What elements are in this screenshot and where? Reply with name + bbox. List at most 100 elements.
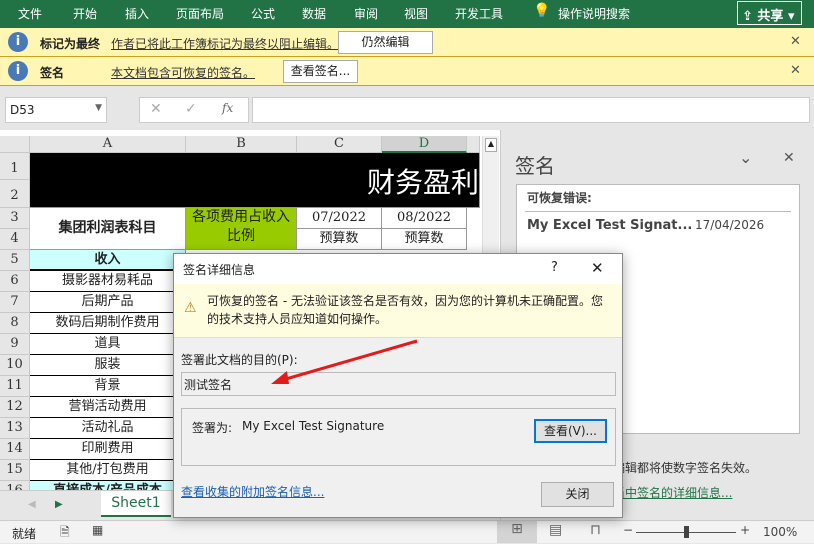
- row-header[interactable]: 10: [0, 355, 30, 376]
- pane-note: 编辑都将使数字签名失效。: [613, 461, 758, 475]
- red-arrow-annotation: [271, 339, 418, 384]
- zoom-out-button[interactable]: −: [623, 523, 633, 537]
- sheet-tab-sheet1[interactable]: Sheet1: [101, 491, 171, 517]
- tab-data[interactable]: 数据: [302, 5, 326, 22]
- chevron-down-icon[interactable]: ⌄: [739, 148, 752, 167]
- info-icon: i: [8, 61, 28, 81]
- tab-page-layout[interactable]: 页面布局: [176, 5, 224, 22]
- cell-d3[interactable]: 08/2022: [382, 208, 467, 229]
- bar-title: 签名: [40, 66, 65, 80]
- cell-a3[interactable]: 集团利润表科目: [30, 208, 186, 250]
- zoom-in-button[interactable]: +: [740, 523, 750, 537]
- row-header[interactable]: 6: [0, 271, 30, 292]
- signature-message-link[interactable]: 本文档包含可恢复的签名。: [111, 64, 255, 81]
- zoom-level[interactable]: 100%: [763, 525, 797, 539]
- final-info-bar: i 标记为最终 作者已将此工作簿标记为最终以阻止编辑。 仍然编辑 ✕: [0, 28, 814, 57]
- page-layout-view-icon[interactable]: ▤: [549, 522, 562, 538]
- normal-view-icon[interactable]: ⊞: [497, 521, 537, 543]
- tab-insert[interactable]: 插入: [125, 5, 149, 22]
- row-header[interactable]: 2: [0, 180, 30, 208]
- cell-c3[interactable]: 07/2022: [297, 208, 382, 229]
- signature-details-link[interactable]: 当中签名的详细信息...: [613, 484, 732, 501]
- expense-item-cell[interactable]: 数码后期制作费用: [30, 313, 186, 334]
- row-header[interactable]: 13: [0, 418, 30, 439]
- column-header[interactable]: C: [297, 136, 382, 153]
- zoom-slider-thumb[interactable]: [684, 526, 689, 538]
- row-header[interactable]: 14: [0, 439, 30, 460]
- edit-anyway-button[interactable]: 仍然编辑: [338, 31, 433, 54]
- signature-warning-icon: ⚠: [184, 300, 197, 316]
- scroll-right-icon[interactable]: ▶: [55, 499, 63, 510]
- name-box-value: D53: [10, 103, 35, 117]
- expense-item-cell[interactable]: 活动礼品: [30, 418, 186, 439]
- row-header[interactable]: 4: [0, 229, 30, 250]
- formula-bar: D53 ▼ ✕ ✓ fx: [0, 87, 814, 130]
- cancel-icon[interactable]: ✕: [150, 101, 162, 117]
- close-dialog-icon[interactable]: ✕: [591, 259, 604, 277]
- report-title[interactable]: 财务盈利: [30, 153, 480, 208]
- expense-item-cell[interactable]: 后期产品: [30, 292, 186, 313]
- close-icon[interactable]: ✕: [790, 34, 801, 49]
- row-header[interactable]: 1: [0, 153, 30, 180]
- column-header[interactable]: B: [186, 136, 297, 153]
- chevron-down-icon: ▼: [95, 103, 102, 113]
- signer-name: My Excel Test Signature: [242, 419, 385, 433]
- view-signatures-button[interactable]: 查看签名...: [283, 60, 358, 83]
- row-header[interactable]: 12: [0, 397, 30, 418]
- tab-review[interactable]: 审阅: [354, 5, 378, 22]
- row-header[interactable]: 3: [0, 208, 30, 229]
- warning-banner: ⚠ 可恢复的签名 - 无法验证该签名是否有效，因为您的计算机未正确配置。您的技术…: [174, 284, 622, 338]
- row-header[interactable]: 9: [0, 334, 30, 355]
- tab-home[interactable]: 开始: [73, 5, 97, 22]
- expense-item-cell[interactable]: 背景: [30, 376, 186, 397]
- row-header[interactable]: 7: [0, 292, 30, 313]
- scroll-up-arrow[interactable]: ▲: [485, 138, 497, 152]
- tab-view[interactable]: 视图: [404, 5, 428, 22]
- expense-item-cell[interactable]: 服装: [30, 355, 186, 376]
- row-header[interactable]: 15: [0, 460, 30, 481]
- name-box[interactable]: D53 ▼: [5, 97, 107, 123]
- lightbulb-icon: 💡: [533, 3, 551, 19]
- dialog-titlebar: 签名详细信息 ? ✕: [174, 254, 622, 284]
- cell-b3[interactable]: 各项费用占收入比例: [186, 208, 297, 250]
- final-message-link[interactable]: 作者已将此工作簿标记为最终以阻止编辑。: [111, 35, 339, 52]
- tab-formulas[interactable]: 公式: [251, 5, 275, 22]
- close-button[interactable]: 关闭: [541, 482, 614, 507]
- cell-a5[interactable]: 收入: [30, 250, 186, 271]
- signature-list-item[interactable]: My Excel Test Signat... 17/04/2026: [517, 215, 799, 239]
- cell-c4[interactable]: 预算数: [297, 229, 382, 250]
- expense-item-cell[interactable]: 营销活动费用: [30, 397, 186, 418]
- purpose-value: 测试签名: [184, 378, 233, 392]
- expense-item-cell[interactable]: 其他/打包费用: [30, 460, 186, 481]
- expense-item-cell[interactable]: 道具: [30, 334, 186, 355]
- tell-me-search[interactable]: 操作说明搜索: [558, 5, 630, 22]
- cell-d4[interactable]: 预算数: [382, 229, 467, 250]
- select-all-corner[interactable]: [0, 136, 30, 153]
- tab-developer[interactable]: 开发工具: [455, 5, 503, 22]
- view-certificate-button[interactable]: 查看(V)...: [534, 419, 607, 443]
- signature-date: 17/04/2026: [695, 218, 765, 232]
- help-button[interactable]: ?: [551, 260, 558, 275]
- tab-file[interactable]: 文件: [18, 5, 42, 22]
- insert-function-icon[interactable]: fx: [222, 101, 233, 115]
- page-break-view-icon[interactable]: ⊓: [590, 522, 601, 538]
- additional-info-link[interactable]: 查看收集的附加签名信息...: [181, 483, 324, 500]
- close-icon[interactable]: ✕: [790, 63, 801, 78]
- bar-title: 标记为最终: [40, 37, 101, 51]
- info-icon: i: [8, 32, 28, 52]
- column-header[interactable]: A: [30, 136, 186, 153]
- close-pane-icon[interactable]: ✕: [783, 150, 795, 166]
- column-header[interactable]: D: [382, 136, 467, 153]
- row-header[interactable]: 5: [0, 250, 30, 271]
- share-button[interactable]: ⇪ 共享 ▾: [737, 1, 802, 25]
- dialog-title: 签名详细信息: [183, 263, 256, 277]
- enter-icon[interactable]: ✓: [185, 101, 197, 117]
- expense-item-cell[interactable]: 印刷费用: [30, 439, 186, 460]
- expense-item-cell[interactable]: 摄影器材易耗品: [30, 271, 186, 292]
- signature-name: My Excel Test Signat...: [527, 218, 693, 233]
- row-header[interactable]: 8: [0, 313, 30, 334]
- scroll-left-icon[interactable]: ◀: [28, 499, 36, 510]
- share-icon: ⇪: [742, 9, 758, 24]
- row-header[interactable]: 11: [0, 376, 30, 397]
- formula-input[interactable]: [252, 97, 810, 123]
